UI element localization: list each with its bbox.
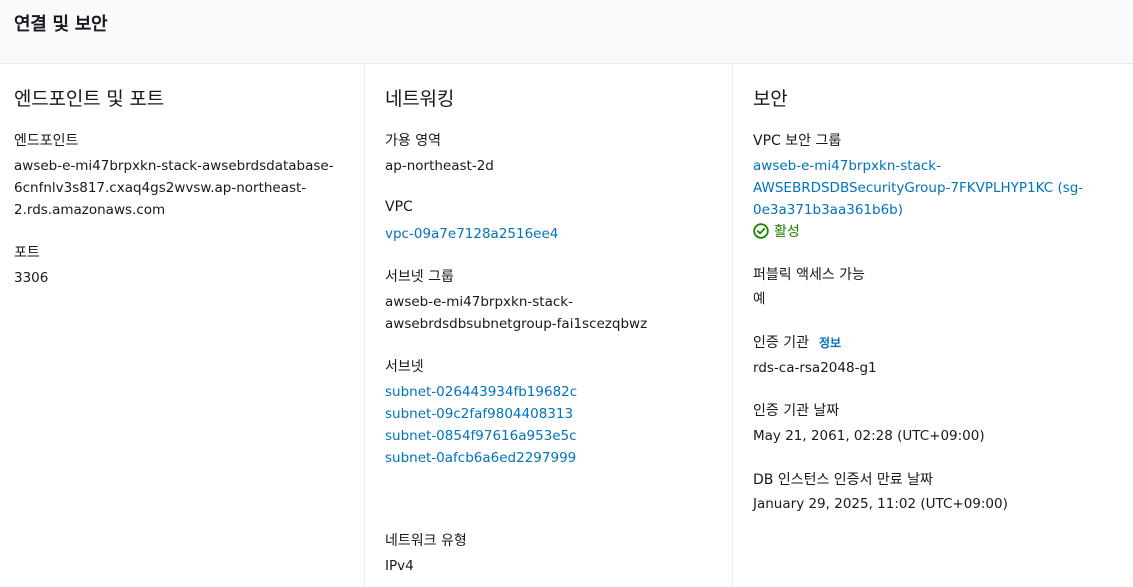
ca-label-row: 인증 기관 정보 [753, 332, 841, 352]
subnet-group-line: awseb-e-mi47brpxkn-stack- [385, 294, 573, 310]
vpc-link[interactable]: vpc-09a7e7128a2516ee4 [385, 223, 558, 245]
endpoint-line: awseb-e-mi47brpxkn-stack-awsebrdsdatabas… [14, 158, 334, 174]
sg-link-line[interactable]: awseb-e-mi47brpxkn-stack- [753, 155, 1083, 177]
sg-link[interactable]: awseb-e-mi47brpxkn-stack- AWSEBRDSDBSecu… [753, 155, 1083, 221]
az-value: ap-northeast-2d [385, 158, 494, 174]
az-label: 가용 영역 [385, 133, 441, 149]
network-type-value: IPv4 [385, 558, 414, 574]
security-column: 보안 VPC 보안 그룹 awseb-e-mi47brpxkn-stack- A… [732, 64, 1133, 587]
sg-label: VPC 보안 그룹 [753, 133, 842, 149]
endpoint-value[interactable]: awseb-e-mi47brpxkn-stack-awsebrdsdatabas… [14, 155, 334, 221]
network-type-label: 네트워크 유형 [385, 533, 467, 549]
subnet-link[interactable]: subnet-0afcb6a6ed2297999 [385, 447, 577, 469]
ca-value: rds-ca-rsa2048-g1 [753, 360, 877, 376]
ca-date-label: 인증 기관 날짜 [753, 403, 840, 419]
endpoint-port-column: 엔드포인트 및 포트 엔드포인트 awseb-e-mi47brpxkn-stac… [0, 64, 364, 587]
endpoint-port-title: 엔드포인트 및 포트 [14, 88, 164, 110]
port-label: 포트 [14, 245, 40, 261]
subnet-list: subnet-026443934fb19682c subnet-09c2faf9… [385, 381, 577, 469]
ca-label: 인증 기관 [753, 335, 809, 351]
sg-link-line[interactable]: 0e3a371b3aa361b6b) [753, 199, 1083, 221]
subnet-group-value: awseb-e-mi47brpxkn-stack- awsebrdsdbsubn… [385, 291, 647, 335]
section-header: 연결 및 보안 [0, 0, 1133, 64]
endpoint-line: 2.rds.amazonaws.com [14, 202, 166, 218]
public-access-value: 예 [753, 291, 766, 307]
section-title: 연결 및 보안 [14, 14, 108, 35]
networking-title: 네트워킹 [385, 88, 455, 110]
networking-column: 네트워킹 가용 영역 ap-northeast-2d VPC vpc-09a7e… [364, 64, 732, 587]
check-circle-icon [753, 223, 769, 239]
security-title: 보안 [753, 88, 788, 110]
cert-expiry-label: DB 인스턴스 인증서 만료 날짜 [753, 472, 933, 488]
cert-expiry-value: January 29, 2025, 11:02 (UTC+09:00) [753, 496, 1008, 512]
ca-date-value: May 21, 2061, 02:28 (UTC+09:00) [753, 428, 985, 444]
subnet-link[interactable]: subnet-09c2faf9804408313 [385, 403, 577, 425]
sg-status: 활성 [753, 221, 800, 241]
port-value: 3306 [14, 270, 49, 286]
sg-link-line[interactable]: AWSEBRDSDBSecurityGroup-7FKVPLHYP1KC (sg… [753, 177, 1083, 199]
subnet-group-label: 서브넷 그룹 [385, 269, 454, 285]
public-access-label: 퍼블릭 액세스 가능 [753, 267, 865, 283]
subnet-link[interactable]: subnet-0854f97616a953e5c [385, 425, 577, 447]
sg-status-text: 활성 [774, 224, 800, 240]
subnets-label: 서브넷 [385, 359, 424, 375]
subnet-link[interactable]: subnet-026443934fb19682c [385, 381, 577, 403]
ca-info-link[interactable]: 정보 [819, 336, 841, 350]
subnet-group-line: awsebrdsdbsubnetgroup-fai1scezqbwz [385, 316, 648, 332]
endpoint-label: 엔드포인트 [14, 133, 79, 149]
vpc-label: VPC [385, 199, 413, 215]
endpoint-line: 6cnfnlv3s817.cxaq4gs2wvsw.ap-northeast- [14, 180, 307, 196]
